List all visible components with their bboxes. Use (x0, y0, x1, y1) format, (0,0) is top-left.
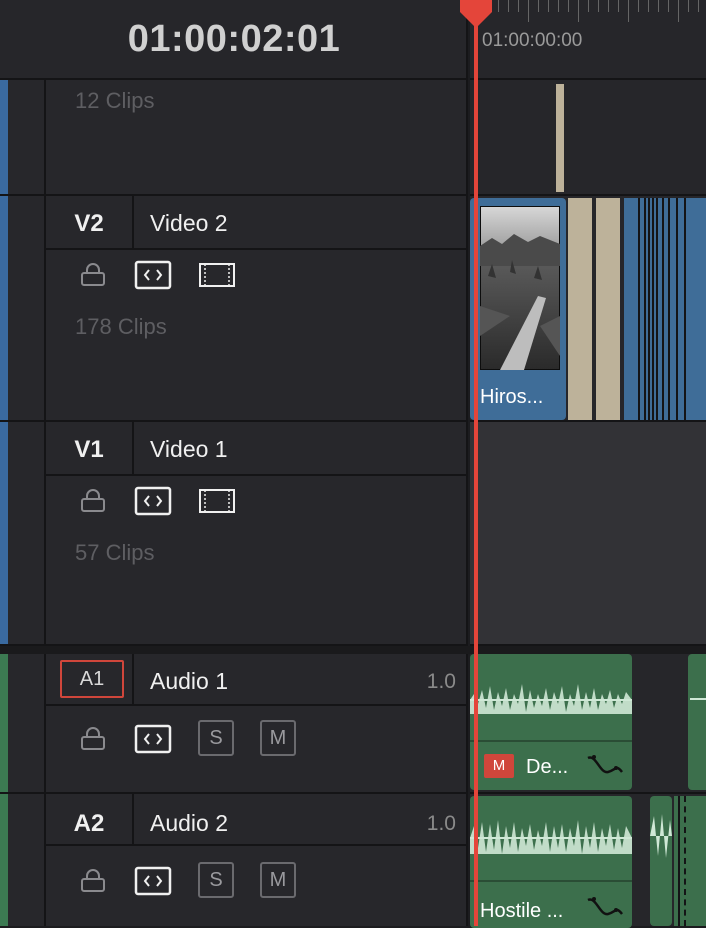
track-header-v1[interactable]: V1 Video 1 57 Clips (0, 422, 468, 646)
mute-button[interactable]: M (260, 862, 296, 898)
timeline-lane-a1[interactable]: M De... (470, 654, 706, 794)
ruler-tick (678, 0, 679, 22)
ruler-tick (638, 0, 639, 12)
solo-button[interactable]: S (198, 720, 234, 756)
track-header-v2[interactable]: V2 Video 2 178 Clips (0, 196, 468, 422)
ruler-tick (608, 0, 609, 12)
timeline-clip[interactable] (568, 198, 592, 420)
timeline-clip-group[interactable] (624, 198, 706, 420)
timeline-lane-v2[interactable]: Hiros... (470, 196, 706, 422)
audio-clip[interactable] (688, 654, 706, 790)
clip-count-label: 57 Clips (75, 540, 155, 565)
ruler-tick (578, 0, 579, 22)
audio-clip[interactable] (674, 796, 706, 926)
clip-count-label: 178 Clips (75, 314, 167, 339)
track-header-a2[interactable]: A2 Audio 2 1.0 S M (0, 794, 468, 926)
ruler-tick (528, 0, 529, 22)
lock-icon[interactable] (80, 726, 106, 752)
ruler-tick (508, 0, 509, 12)
ruler-tick (598, 0, 599, 12)
lock-icon[interactable] (80, 868, 106, 894)
playhead-line[interactable] (474, 18, 478, 926)
timeline-lane-a2[interactable]: Hostile ... (470, 794, 706, 928)
clip-name: Hostile ... (480, 900, 564, 922)
track-color-stripe (0, 80, 8, 194)
track-volume: 1.0 (426, 812, 456, 835)
track-volume: 1.0 (426, 670, 456, 693)
film-strip-icon[interactable] (198, 488, 236, 514)
timeline-clip[interactable] (596, 198, 620, 420)
track-name[interactable]: Audio 2 (150, 810, 228, 837)
muted-clip-badge: M (484, 754, 514, 778)
film-strip-icon[interactable] (198, 262, 236, 288)
clip-thumbnail (480, 206, 560, 370)
audio-waveform (470, 820, 632, 854)
curve-icon[interactable] (586, 752, 624, 778)
audio-clip[interactable] (650, 796, 672, 926)
ruler-tick (548, 0, 549, 12)
audio-waveform (470, 684, 632, 714)
ruler-timecode-label: 01:00:00:00 (482, 30, 583, 51)
ruler-tick (648, 0, 649, 12)
ruler-tick (658, 0, 659, 12)
ruler-tick (498, 0, 499, 12)
solo-button[interactable]: S (198, 862, 234, 898)
ruler-tick (568, 0, 569, 12)
audio-clip[interactable]: M De... (470, 654, 632, 790)
ruler-tick (688, 0, 689, 12)
video-clip-hiroshima[interactable]: Hiros... (470, 198, 566, 420)
auto-select-icon[interactable] (134, 866, 172, 896)
clip-name: Hiros... (480, 386, 544, 408)
audio-source-patch-a1[interactable]: A1 (60, 660, 124, 698)
track-name[interactable]: Video 1 (150, 436, 228, 463)
track-color-stripe (0, 422, 8, 644)
clip-name: De... (526, 756, 569, 778)
track-header-a1[interactable]: A1 Audio 1 1.0 S M (0, 654, 468, 794)
track-header-v3[interactable]: 12 Clips (0, 80, 468, 196)
ruler-tick (538, 0, 539, 12)
mute-button[interactable]: M (260, 720, 296, 756)
audio-clip[interactable]: Hostile ... (470, 796, 632, 928)
ruler-tick (668, 0, 669, 12)
playhead-marker-icon[interactable] (458, 0, 494, 30)
track-color-stripe (0, 654, 8, 792)
curve-icon[interactable] (586, 894, 624, 920)
current-timecode[interactable]: 01:00:02:01 (0, 18, 468, 61)
video-audio-divider[interactable] (0, 646, 706, 654)
timeline-lane-v3[interactable] (470, 80, 706, 196)
lock-icon[interactable] (80, 488, 106, 514)
ruler-tick (518, 0, 519, 12)
track-color-stripe (0, 196, 8, 420)
audio-waveform (650, 814, 672, 858)
track-id: V1 (74, 436, 104, 463)
track-color-stripe (0, 794, 8, 926)
ruler-tick (588, 0, 589, 12)
ruler-tick (558, 0, 559, 12)
auto-select-icon[interactable] (134, 486, 172, 516)
lock-icon[interactable] (80, 262, 106, 288)
ruler-tick (698, 0, 699, 12)
clip-count-label: 12 Clips (75, 88, 155, 113)
timeline-clip[interactable] (556, 84, 564, 192)
track-id: V2 (74, 210, 104, 237)
track-name[interactable]: Audio 1 (150, 668, 228, 695)
auto-select-icon[interactable] (134, 260, 172, 290)
track-id: A2 (73, 810, 105, 837)
timeline-lane-v1[interactable] (470, 422, 706, 646)
auto-select-icon[interactable] (134, 724, 172, 754)
ruler-tick (628, 0, 629, 22)
track-name[interactable]: Video 2 (150, 210, 228, 237)
ruler-tick (618, 0, 619, 12)
